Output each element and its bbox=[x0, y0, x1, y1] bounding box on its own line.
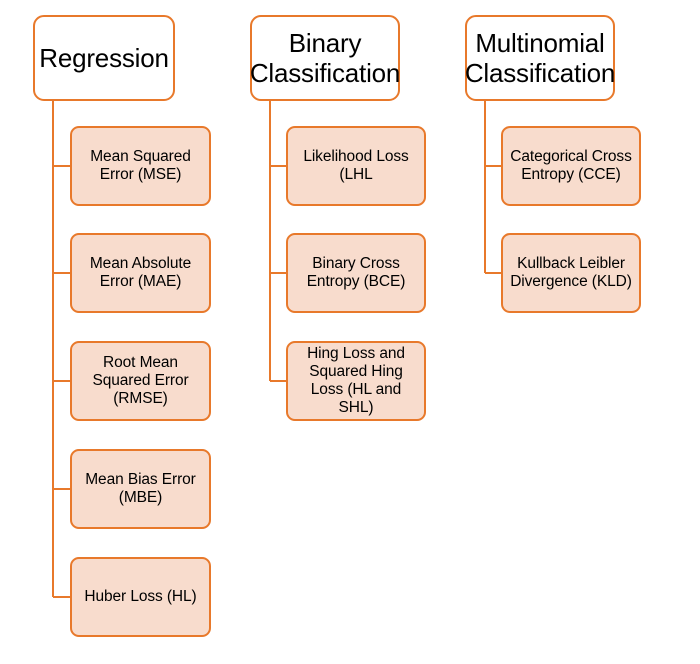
child-node-lhl-label: Likelihood Loss (LHL bbox=[303, 148, 409, 183]
child-node-huber-loss[interactable]: Huber Loss (HL) bbox=[70, 557, 211, 637]
root-node-regression[interactable]: Regression bbox=[33, 15, 175, 101]
child-node-mbe[interactable]: Mean Bias Error (MBE) bbox=[70, 449, 211, 529]
root-node-multinomial-classification[interactable]: Multinomial Classification bbox=[465, 15, 615, 101]
child-node-mse[interactable]: Mean Squared Error (MSE) bbox=[70, 126, 211, 206]
child-node-lhl[interactable]: Likelihood Loss (LHL bbox=[286, 126, 426, 206]
child-node-hinge-loss-label: Hing Loss and Squared Hing Loss (HL and … bbox=[307, 345, 405, 416]
root-node-multinomial-classification-label: Multinomial Classification bbox=[464, 27, 616, 88]
root-node-binary-classification[interactable]: Binary Classification bbox=[250, 15, 400, 101]
root-node-regression-label: Regression bbox=[39, 42, 169, 73]
child-node-rmse-label: Root Mean Squared Error (RMSE) bbox=[92, 354, 189, 407]
child-node-cce[interactable]: Categorical Cross Entropy (CCE) bbox=[501, 126, 641, 206]
child-node-hinge-loss[interactable]: Hing Loss and Squared Hing Loss (HL and … bbox=[286, 341, 426, 421]
loss-function-taxonomy-diagram: Regression Mean Squared Error (MSE) Mean… bbox=[0, 0, 700, 664]
root-node-binary-classification-label: Binary Classification bbox=[249, 27, 401, 88]
child-node-mse-label: Mean Squared Error (MSE) bbox=[90, 148, 191, 183]
child-node-mae[interactable]: Mean Absolute Error (MAE) bbox=[70, 233, 211, 313]
child-node-rmse[interactable]: Root Mean Squared Error (RMSE) bbox=[70, 341, 211, 421]
child-node-bce-label: Binary Cross Entropy (BCE) bbox=[306, 255, 406, 290]
child-node-kld[interactable]: Kullback Leibler Divergence (KLD) bbox=[501, 233, 641, 313]
child-node-bce[interactable]: Binary Cross Entropy (BCE) bbox=[286, 233, 426, 313]
child-node-mbe-label: Mean Bias Error (MBE) bbox=[85, 471, 196, 506]
child-node-cce-label: Categorical Cross Entropy (CCE) bbox=[510, 148, 632, 183]
child-node-mae-label: Mean Absolute Error (MAE) bbox=[89, 255, 192, 290]
child-node-huber-loss-label: Huber Loss (HL) bbox=[84, 588, 197, 606]
child-node-kld-label: Kullback Leibler Divergence (KLD) bbox=[510, 255, 632, 290]
